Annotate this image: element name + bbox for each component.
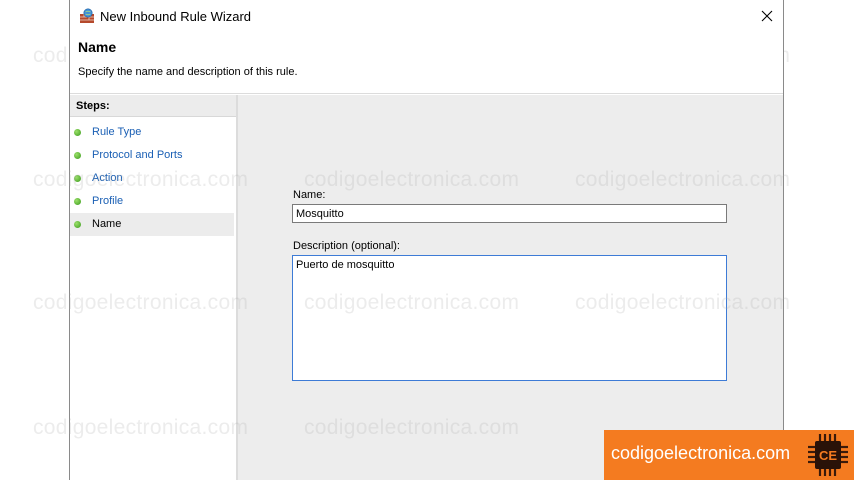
step-protocol-and-ports[interactable]: Protocol and Ports [70,144,234,167]
step-complete-icon [74,175,81,182]
name-label: Name: [293,189,326,201]
description-input[interactable]: Puerto de mosquitto [292,255,727,381]
steps-heading: Steps: [70,95,236,117]
page-subtitle: Specify the name and description of this… [78,66,298,78]
wizard-header: Name Specify the name and description of… [70,32,783,94]
banner-text: codigoelectronica.com [611,443,791,463]
description-label: Description (optional): [293,240,400,252]
form-panel: Name: Description (optional): Puerto de … [238,95,783,480]
steps-panel: Steps: Rule Type Protocol and Ports Acti… [70,95,236,480]
wizard-window: New Inbound Rule Wizard Name Specify the… [69,0,784,480]
chip-logo-icon: CE [803,430,854,480]
step-label: Action [92,172,123,184]
step-current-icon [74,221,81,228]
steps-heading-label: Steps: [76,100,110,112]
logo-text: CE [819,448,837,463]
window-title: New Inbound Rule Wizard [100,9,252,24]
step-label: Name [92,218,122,230]
page-title: Name [78,39,117,55]
brand-banner: codigoelectronica.com CE [604,430,854,480]
close-icon [761,10,773,22]
step-label: Rule Type [92,126,142,138]
step-label: Profile [92,195,124,207]
step-label: Protocol and Ports [92,149,183,161]
step-profile[interactable]: Profile [70,190,234,213]
close-button[interactable] [751,0,783,32]
step-name[interactable]: Name [70,213,234,236]
step-rule-type[interactable]: Rule Type [70,121,234,144]
title-bar: New Inbound Rule Wizard [70,0,783,32]
step-action[interactable]: Action [70,167,234,190]
step-complete-icon [74,198,81,205]
name-input[interactable] [292,204,727,223]
step-complete-icon [74,152,81,159]
step-complete-icon [74,129,81,136]
firewall-icon [80,8,94,23]
